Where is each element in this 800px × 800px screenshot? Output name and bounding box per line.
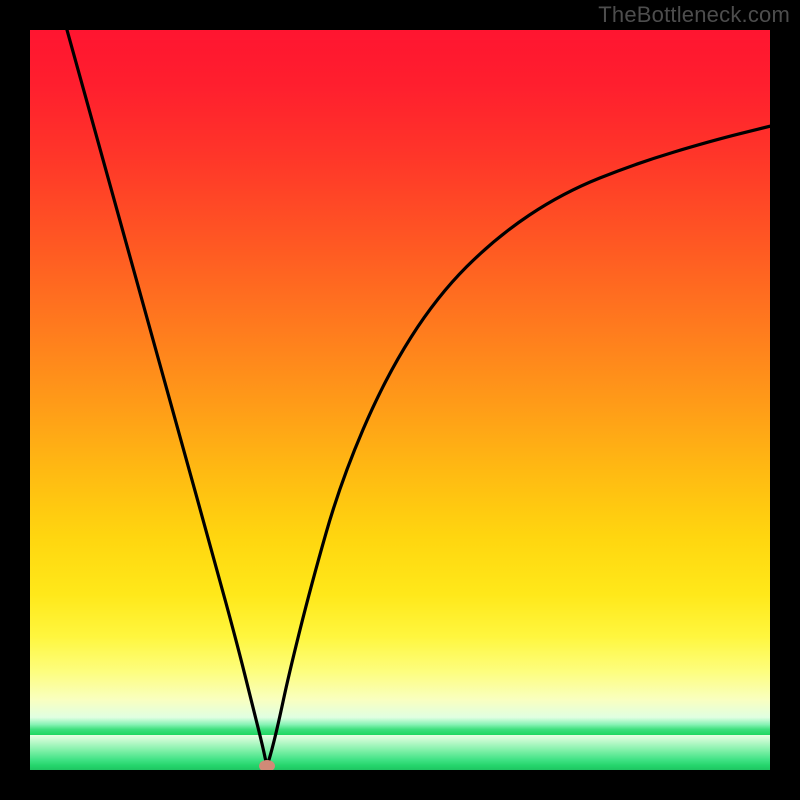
plot-area (30, 30, 770, 770)
chart-frame: TheBottleneck.com (0, 0, 800, 800)
sweet-spot-marker (259, 760, 275, 770)
bottleneck-curve (30, 30, 770, 770)
watermark-text: TheBottleneck.com (598, 2, 790, 28)
